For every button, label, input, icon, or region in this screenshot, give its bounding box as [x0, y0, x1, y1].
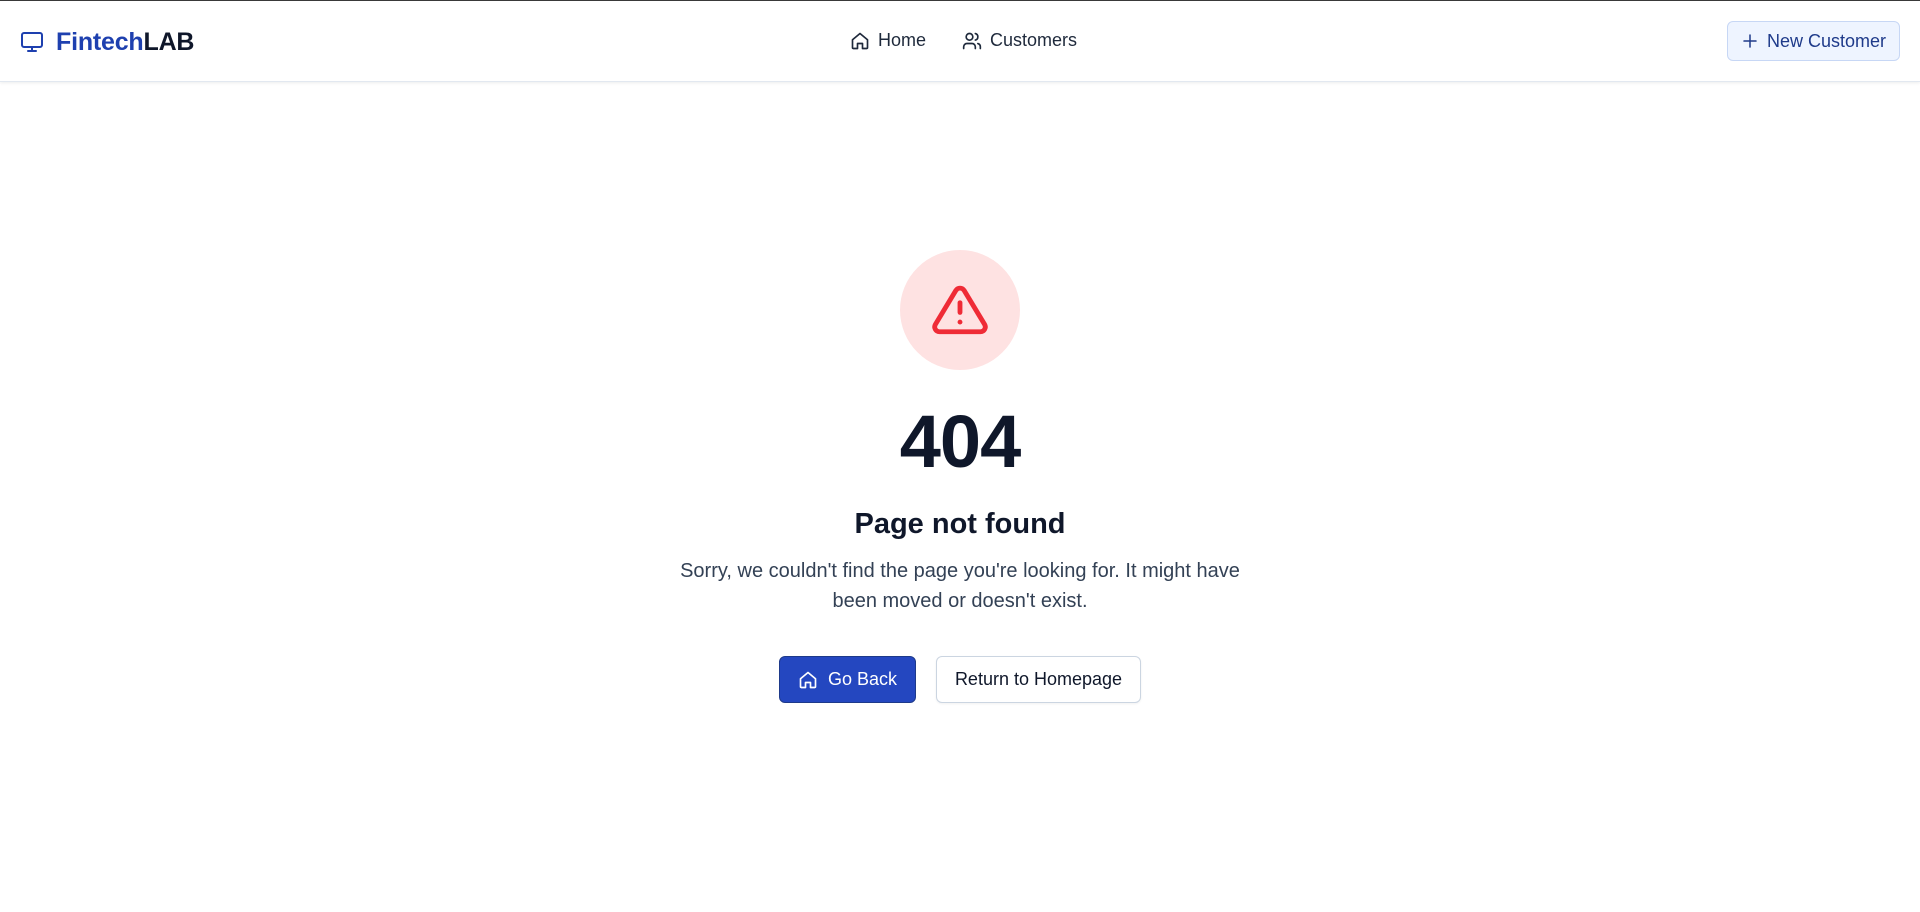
return-homepage-button[interactable]: Return to Homepage — [936, 656, 1141, 703]
return-homepage-label: Return to Homepage — [954, 669, 1123, 689]
brand-name: FintechLAB — [56, 28, 194, 57]
go-back-label: Go Back — [827, 669, 898, 689]
monitor-icon — [20, 30, 44, 54]
main-nav: Home Customers — [850, 30, 1077, 51]
brand-name-part2: LAB — [143, 27, 195, 56]
new-customer-label: New Customer — [1766, 30, 1887, 51]
users-icon — [962, 31, 982, 51]
top-navbar: FintechLAB Home Customers New Customer — [0, 1, 1920, 82]
error-page: 404 Page not found Sorry, we couldn't fi… — [0, 82, 1920, 912]
nav-item-home[interactable]: Home — [850, 30, 926, 51]
alert-triangle-icon — [931, 281, 989, 339]
nav-item-customers-label: Customers — [990, 30, 1078, 50]
go-back-button[interactable]: Go Back — [779, 656, 916, 703]
plus-icon — [1741, 32, 1759, 50]
error-actions: Go Back Return to Homepage — [0, 656, 1920, 703]
home-icon — [798, 670, 818, 690]
brand-logo-link[interactable]: FintechLAB — [20, 27, 194, 57]
home-icon — [850, 31, 870, 51]
nav-item-customers[interactable]: Customers — [962, 30, 1077, 51]
error-code: 404 — [899, 400, 1021, 483]
alert-icon-badge — [900, 250, 1020, 370]
brand-name-part1: Fintech — [56, 27, 144, 56]
nav-item-home-label: Home — [878, 30, 927, 50]
error-description: Sorry, we couldn't find the page you're … — [680, 560, 1240, 612]
new-customer-button[interactable]: New Customer — [1727, 21, 1900, 61]
error-title: Page not found — [854, 508, 1066, 540]
